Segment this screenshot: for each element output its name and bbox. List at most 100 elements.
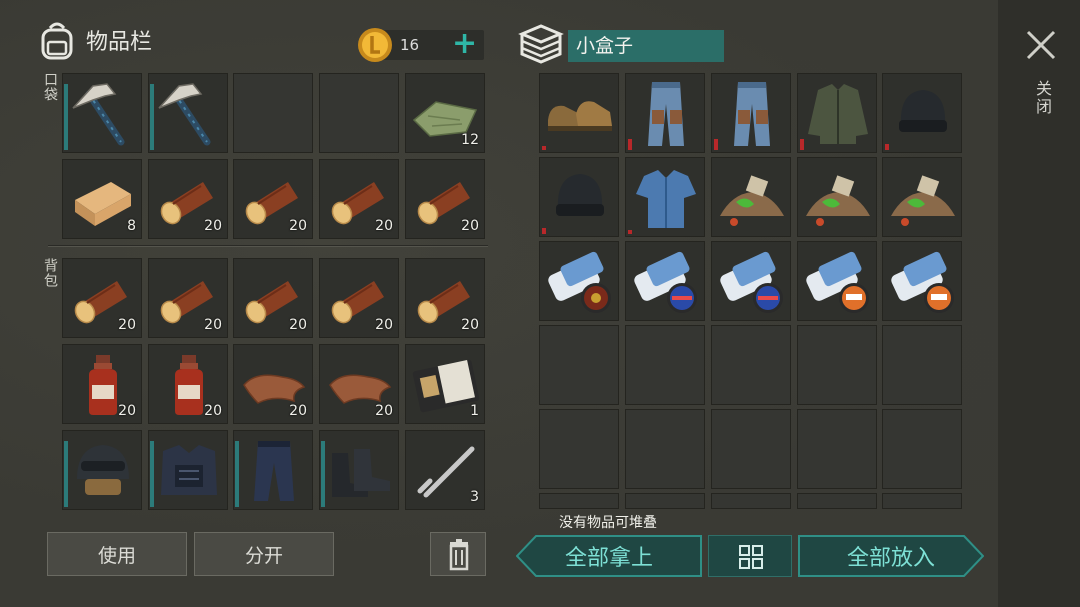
container-slot[interactable] [797,493,877,509]
item-count: 20 [375,403,393,419]
pocket-slot[interactable] [62,73,142,153]
container-slot[interactable] [539,241,619,321]
container-slot[interactable] [711,409,791,489]
pickaxe-icon [158,83,211,146]
pocket-slot[interactable] [233,73,313,153]
scrap-pile-icon [720,175,784,226]
jeans-icon [734,82,770,146]
container-slot[interactable] [539,157,619,237]
use-button[interactable]: 使用 [47,532,187,576]
container-slot[interactable] [882,157,962,237]
item-count: 20 [204,317,222,333]
container-slot[interactable] [882,325,962,405]
pocket-slot[interactable] [148,73,228,153]
item-count: 20 [118,403,136,419]
backpack-slot[interactable]: 20 [62,344,142,424]
backpack-icon [41,22,73,60]
beanie-icon [556,174,604,216]
container-slot[interactable] [625,157,705,237]
shoes-icon [548,101,612,131]
container-slot[interactable] [625,409,705,489]
backpack-slot[interactable]: 20 [405,258,485,338]
container-slot[interactable] [882,73,962,153]
item-count: 20 [289,218,307,234]
item-count: 20 [375,218,393,234]
scrap-pile-icon [806,175,870,226]
section-divider [48,245,488,247]
container-slot[interactable] [797,409,877,489]
trash-icon [449,539,469,571]
backpack-slot[interactable] [319,430,399,510]
container-slot[interactable] [625,241,705,321]
container-slot[interactable] [539,325,619,405]
beanie-icon [899,90,947,132]
container-slot[interactable] [797,157,877,237]
backpack-slot[interactable] [233,430,313,510]
pocket-slot[interactable]: 12 [405,73,485,153]
backpack-slot[interactable]: 20 [319,344,399,424]
pocket-slot[interactable]: 20 [233,159,313,239]
container-slot[interactable] [711,73,791,153]
container-slot[interactable] [711,493,791,509]
backpack-slot[interactable]: 20 [233,258,313,338]
container-slot[interactable] [711,157,791,237]
trash-button[interactable] [430,532,486,576]
backpack-label: 背包 [42,258,58,288]
inventory-header: 物品栏 [38,20,152,60]
blueprint-icon [720,251,783,313]
container-slot[interactable] [625,73,705,153]
item-count: 20 [375,317,393,333]
container-slot[interactable] [625,493,705,509]
pocket-slot[interactable]: 20 [405,159,485,239]
backpack-slot[interactable]: 3 [405,430,485,510]
item-count: 20 [204,218,222,234]
backpack-slot[interactable]: 1 [405,344,485,424]
box-icon [518,24,564,64]
coin-icon [358,28,392,62]
vest-icon [161,445,217,495]
blueprint-icon [891,251,954,313]
take-all-label: 全部拿上 [564,546,653,571]
take-all-button[interactable]: 全部拿上 [516,535,702,577]
backpack-slot[interactable]: 20 [148,344,228,424]
backpack-slot[interactable]: 20 [319,258,399,338]
container-slot[interactable] [797,241,877,321]
container-slot[interactable] [882,241,962,321]
item-count: 12 [461,132,479,148]
container-header [518,22,564,70]
container-slot[interactable] [882,409,962,489]
item-count: 20 [289,317,307,333]
stack-message: 没有物品可堆叠 [559,515,657,531]
item-count: 20 [204,403,222,419]
split-button[interactable]: 分开 [194,532,334,576]
inventory-title: 物品栏 [86,30,153,55]
container-slot[interactable] [539,493,619,509]
container-slot[interactable] [711,325,791,405]
pocket-slot[interactable]: 20 [148,159,228,239]
jeans-icon [648,82,684,146]
backpack-slot[interactable] [148,430,228,510]
pocket-slot[interactable]: 8 [62,159,142,239]
pocket-slot[interactable] [319,73,399,153]
container-slot[interactable] [539,409,619,489]
backpack-slot[interactable]: 20 [148,258,228,338]
close-label[interactable]: 关闭 [1030,80,1054,116]
pocket-slot[interactable]: 20 [319,159,399,239]
container-slot[interactable] [625,325,705,405]
pants-icon [254,441,294,501]
container-slot[interactable] [711,241,791,321]
close-icon[interactable] [1024,28,1058,62]
backpack-slot[interactable] [62,430,142,510]
backpack-slot[interactable]: 20 [62,258,142,338]
sort-button[interactable] [708,535,792,577]
container-slot[interactable] [882,493,962,509]
add-coins-button[interactable]: + [452,26,477,62]
grid-icon [739,545,763,569]
coin-count: 16 [400,36,420,54]
container-slot[interactable] [797,73,877,153]
container-slot[interactable] [539,73,619,153]
backpack-slot[interactable]: 20 [233,344,313,424]
put-all-button[interactable]: 全部放入 [798,535,984,577]
boots-icon [332,449,390,497]
container-slot[interactable] [797,325,877,405]
